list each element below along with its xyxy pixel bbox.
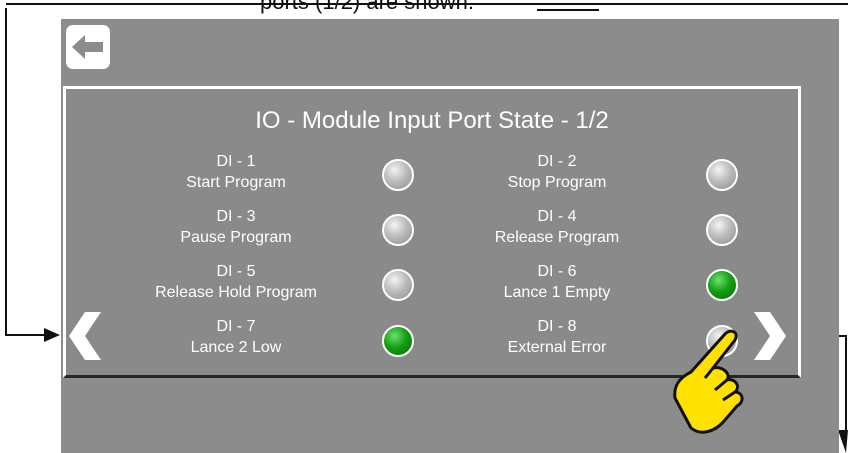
port-id: DI - 3: [216, 208, 256, 225]
port-name: Start Program: [186, 174, 286, 191]
panel-title: IO - Module Input Port State - 1/2: [255, 107, 609, 134]
port-id: DI - 4: [537, 208, 577, 225]
port-name: Pause Program: [180, 229, 292, 246]
status-led-di-3: [382, 214, 414, 246]
port-name: Lance 2 Low: [190, 339, 282, 356]
port-di-8: DI - 8 External Error: [467, 316, 647, 358]
port-name: Lance 1 Empty: [503, 284, 611, 301]
port-name: Release Program: [494, 229, 620, 246]
chevron-left-icon[interactable]: [67, 310, 105, 362]
port-di-7: DI - 7 Lance 2 Low: [146, 316, 326, 358]
status-led-di-7: [382, 325, 414, 357]
status-led-di-2: [706, 159, 738, 191]
status-led-di-1: [382, 159, 414, 191]
port-id: DI - 8: [537, 318, 577, 335]
back-button[interactable]: [66, 25, 110, 69]
port-di-1: DI - 1 Start Program: [146, 151, 326, 193]
port-di-6: DI - 6 Lance 1 Empty: [467, 261, 647, 303]
port-id: DI - 5: [216, 263, 256, 280]
port-name: Stop Program: [507, 174, 607, 191]
port-name: External Error: [507, 339, 607, 356]
port-name: Release Hold Program: [155, 284, 317, 301]
port-di-5: DI - 5 Release Hold Program: [136, 261, 336, 303]
status-led-di-5: [382, 269, 414, 301]
port-id: DI - 6: [537, 263, 577, 280]
status-led-di-4: [706, 214, 738, 246]
port-di-4: DI - 4 Release Program: [467, 206, 647, 248]
port-di-2: DI - 2 Stop Program: [467, 151, 647, 193]
status-led-di-6: [706, 269, 738, 301]
arrow-left-icon: [72, 35, 103, 59]
pointing-hand-icon: [673, 329, 744, 434]
port-id: DI - 7: [216, 318, 256, 335]
port-id: DI - 2: [537, 153, 577, 170]
port-id: DI - 1: [216, 153, 256, 170]
port-di-3: DI - 3 Pause Program: [146, 206, 326, 248]
